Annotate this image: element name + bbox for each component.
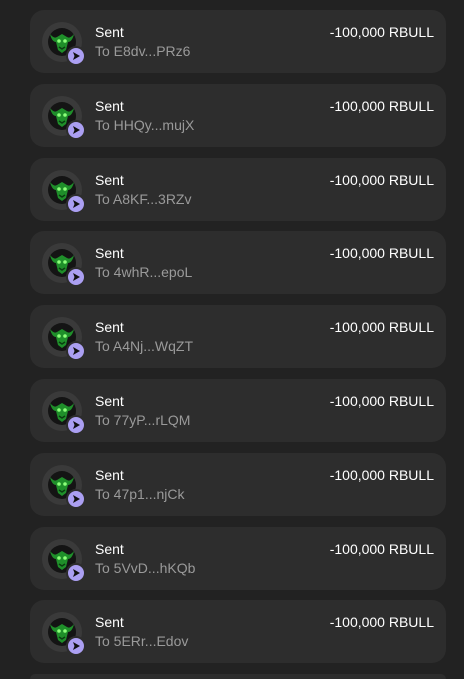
transaction-amount: -100,000 RBULL: [329, 98, 434, 114]
activity-list: Sent To E8dv...PRz6 -100,000 RBULL Sent …: [0, 0, 464, 679]
transaction-row-partial[interactable]: [30, 674, 446, 679]
transaction-recipient: To 47p1...njCk: [95, 486, 185, 502]
transaction-avatar: [42, 612, 86, 656]
transaction-avatar: [42, 96, 86, 140]
transaction-amount: -100,000 RBULL: [329, 614, 434, 630]
transaction-recipient: To 5VvD...hKQb: [95, 560, 196, 576]
transaction-row[interactable]: Sent To A4Nj...WqZT -100,000 RBULL: [30, 305, 446, 368]
transaction-row[interactable]: Sent To 5VvD...hKQb -100,000 RBULL: [30, 527, 446, 590]
transaction-type: Sent: [95, 245, 124, 261]
transaction-row[interactable]: Sent To E8dv...PRz6 -100,000 RBULL: [30, 10, 446, 73]
transaction-row[interactable]: Sent To 5ERr...Edov -100,000 RBULL: [30, 600, 446, 663]
transaction-avatar: [42, 170, 86, 214]
transaction-amount: -100,000 RBULL: [329, 245, 434, 261]
transaction-type: Sent: [95, 172, 124, 188]
sent-arrow-icon: [66, 489, 86, 509]
sent-arrow-icon: [66, 563, 86, 583]
transaction-avatar: [42, 243, 86, 287]
transaction-avatar: [42, 22, 86, 66]
transaction-recipient: To A8KF...3RZv: [95, 191, 192, 207]
transaction-type: Sent: [95, 393, 124, 409]
sent-arrow-icon: [66, 636, 86, 656]
transaction-row[interactable]: Sent To HHQy...mujX -100,000 RBULL: [30, 84, 446, 147]
transaction-recipient: To E8dv...PRz6: [95, 43, 191, 59]
transaction-row[interactable]: Sent To A8KF...3RZv -100,000 RBULL: [30, 158, 446, 221]
sent-arrow-icon: [66, 341, 86, 361]
transaction-amount: -100,000 RBULL: [329, 319, 434, 335]
sent-arrow-icon: [66, 415, 86, 435]
transaction-recipient: To 77yP...rLQM: [95, 412, 191, 428]
transaction-type: Sent: [95, 98, 124, 114]
transaction-avatar: [42, 391, 86, 435]
transaction-row[interactable]: Sent To 4whR...epoL -100,000 RBULL: [30, 231, 446, 294]
transaction-amount: -100,000 RBULL: [329, 541, 434, 557]
transaction-avatar: [42, 317, 86, 361]
transaction-amount: -100,000 RBULL: [329, 172, 434, 188]
transaction-type: Sent: [95, 541, 124, 557]
sent-arrow-icon: [66, 120, 86, 140]
sent-arrow-icon: [66, 194, 86, 214]
transaction-row[interactable]: Sent To 77yP...rLQM -100,000 RBULL: [30, 379, 446, 442]
transaction-row[interactable]: Sent To 47p1...njCk -100,000 RBULL: [30, 453, 446, 516]
transaction-recipient: To 5ERr...Edov: [95, 633, 189, 649]
transaction-type: Sent: [95, 467, 124, 483]
transaction-recipient: To A4Nj...WqZT: [95, 338, 194, 354]
transaction-type: Sent: [95, 319, 124, 335]
transaction-type: Sent: [95, 614, 124, 630]
transaction-avatar: [42, 539, 86, 583]
sent-arrow-icon: [66, 267, 86, 287]
transaction-amount: -100,000 RBULL: [329, 24, 434, 40]
transaction-amount: -100,000 RBULL: [329, 393, 434, 409]
transaction-recipient: To 4whR...epoL: [95, 264, 193, 280]
sent-arrow-icon: [66, 46, 86, 66]
transaction-type: Sent: [95, 24, 124, 40]
transaction-avatar: [42, 465, 86, 509]
transaction-recipient: To HHQy...mujX: [95, 117, 195, 133]
transaction-amount: -100,000 RBULL: [329, 467, 434, 483]
